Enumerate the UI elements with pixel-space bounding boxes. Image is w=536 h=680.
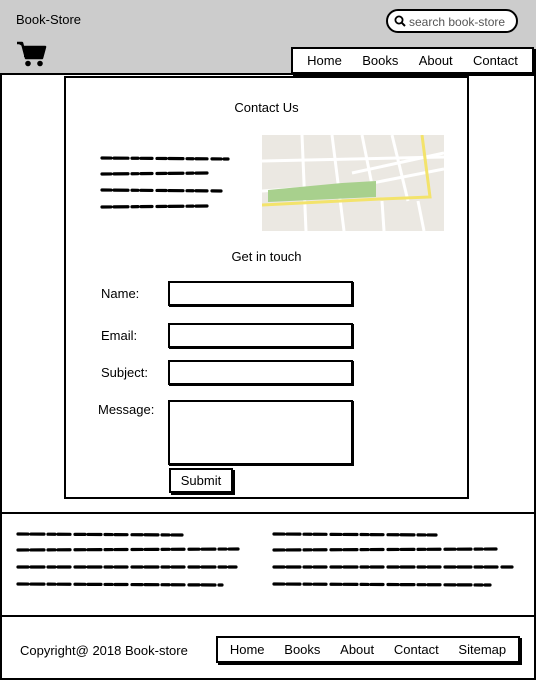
footer-text-scribble-right [272,532,514,587]
get-in-touch-heading: Get in touch [231,249,302,264]
nav-contact[interactable]: Contact [473,53,518,68]
top-nav: Home Books About Contact [291,47,534,74]
nav-books[interactable]: Books [362,53,398,68]
nav-home[interactable]: Home [307,53,342,68]
email-label: Email: [101,328,138,343]
section-divider [0,512,536,514]
site-header: Book-Store Home Books About Contact [0,0,536,75]
footer-nav: Home Books About Contact Sitemap [216,636,520,663]
site-title[interactable]: Book-Store [16,12,81,27]
footer-nav-contact[interactable]: Contact [394,642,439,657]
footer-nav-home[interactable]: Home [230,642,265,657]
location-map [262,135,444,231]
subject-field[interactable] [168,360,353,385]
contact-title: Contact Us [234,100,299,115]
contact-card: Contact Us Get in touch Name: Email: Sub… [64,76,469,499]
email-field[interactable] [168,323,353,348]
search-input[interactable] [409,13,515,30]
nav-about[interactable]: About [419,53,453,68]
submit-button[interactable]: Submit [169,468,233,493]
footer-text-scribble-left [16,532,240,587]
copyright-text: Copyright@ 2018 Book-store [20,643,188,658]
message-label: Message: [98,402,155,417]
message-field[interactable] [168,400,353,465]
footer-divider [0,615,536,617]
search-box[interactable] [386,9,518,33]
search-icon [394,15,406,27]
subject-label: Subject: [101,365,148,380]
footer-nav-about[interactable]: About [340,642,374,657]
shopping-cart-icon[interactable] [16,40,48,68]
name-label: Name: [101,286,140,301]
footer-nav-sitemap[interactable]: Sitemap [458,642,506,657]
placeholder-text-scribble [100,156,230,209]
footer-nav-books[interactable]: Books [284,642,320,657]
name-field[interactable] [168,281,353,306]
